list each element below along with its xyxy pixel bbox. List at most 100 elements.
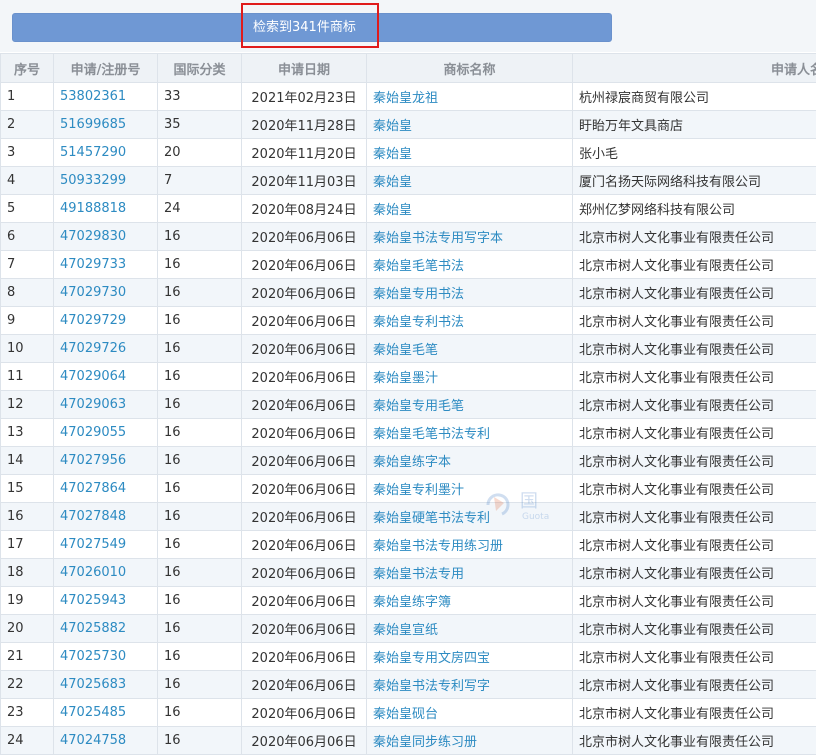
cell-international-class: 16	[158, 671, 242, 699]
cell-trademark-name[interactable]: 秦始皇	[367, 167, 573, 195]
table-row[interactable]: 2447024758162020年06月06日秦始皇同步练习册北京市树人文化事业…	[1, 727, 816, 755]
cell-trademark-name[interactable]: 秦始皇	[367, 195, 573, 223]
cell-registration-number[interactable]: 47029730	[54, 279, 158, 307]
cell-registration-number[interactable]: 47029729	[54, 307, 158, 335]
cell-registration-number[interactable]: 47029063	[54, 391, 158, 419]
cell-trademark-name[interactable]: 秦始皇专用文房四宝	[367, 643, 573, 671]
cell-registration-number[interactable]: 51457290	[54, 139, 158, 167]
cell-application-date: 2020年06月06日	[242, 727, 367, 755]
cell-trademark-name[interactable]: 秦始皇专用毛笔	[367, 391, 573, 419]
cell-registration-number[interactable]: 51699685	[54, 111, 158, 139]
table-row[interactable]: 1347029055162020年06月06日秦始皇毛笔书法专利北京市树人文化事…	[1, 419, 816, 447]
cell-trademark-name[interactable]: 秦始皇书法专利写字	[367, 671, 573, 699]
table-row[interactable]: 2347025485162020年06月06日秦始皇砚台北京市树人文化事业有限责…	[1, 699, 816, 727]
cell-international-class: 16	[158, 615, 242, 643]
cell-registration-number[interactable]: 47026010	[54, 559, 158, 587]
cell-trademark-name[interactable]: 秦始皇墨汁	[367, 363, 573, 391]
table-row[interactable]: 549188818242020年08月24日秦始皇郑州亿梦网络科技有限公司	[1, 195, 816, 223]
cell-trademark-name[interactable]: 秦始皇专利墨汁	[367, 475, 573, 503]
cell-registration-number[interactable]: 47025485	[54, 699, 158, 727]
cell-trademark-name[interactable]: 秦始皇	[367, 111, 573, 139]
table-row[interactable]: 2147025730162020年06月06日秦始皇专用文房四宝北京市树人文化事…	[1, 643, 816, 671]
cell-international-class: 33	[158, 83, 242, 111]
cell-international-class: 7	[158, 167, 242, 195]
cell-registration-number[interactable]: 47027549	[54, 531, 158, 559]
cell-trademark-name[interactable]: 秦始皇专用书法	[367, 279, 573, 307]
cell-registration-number[interactable]: 47027848	[54, 503, 158, 531]
table-row[interactable]: 153802361332021年02月23日秦始皇龙祖杭州禄宸商贸有限公司	[1, 83, 816, 111]
cell-index: 24	[1, 727, 54, 755]
header-applicant-name[interactable]: 申请人名称	[573, 54, 816, 83]
cell-applicant-name: 北京市树人文化事业有限责任公司	[573, 223, 816, 251]
cell-registration-number[interactable]: 50933299	[54, 167, 158, 195]
cell-trademark-name[interactable]: 秦始皇硬笔书法专利	[367, 503, 573, 531]
table-row[interactable]: 45093329972020年11月03日秦始皇厦门名扬天际网络科技有限公司	[1, 167, 816, 195]
table-row[interactable]: 1647027848162020年06月06日秦始皇硬笔书法专利北京市树人文化事…	[1, 503, 816, 531]
cell-index: 11	[1, 363, 54, 391]
cell-trademark-name[interactable]: 秦始皇毛笔书法	[367, 251, 573, 279]
cell-trademark-name[interactable]: 秦始皇	[367, 139, 573, 167]
table-row[interactable]: 1247029063162020年06月06日秦始皇专用毛笔北京市树人文化事业有…	[1, 391, 816, 419]
cell-trademark-name[interactable]: 秦始皇书法专用写字本	[367, 223, 573, 251]
table-row[interactable]: 2047025882162020年06月06日秦始皇宣纸北京市树人文化事业有限责…	[1, 615, 816, 643]
header-index[interactable]: 序号	[1, 54, 54, 83]
cell-registration-number[interactable]: 47025882	[54, 615, 158, 643]
header-application-date[interactable]: 申请日期	[242, 54, 367, 83]
table-row[interactable]: 1947025943162020年06月06日秦始皇练字簿北京市树人文化事业有限…	[1, 587, 816, 615]
cell-registration-number[interactable]: 47029830	[54, 223, 158, 251]
cell-trademark-name[interactable]: 秦始皇宣纸	[367, 615, 573, 643]
cell-applicant-name: 北京市树人文化事业有限责任公司	[573, 643, 816, 671]
cell-registration-number[interactable]: 47029064	[54, 363, 158, 391]
cell-application-date: 2020年06月06日	[242, 671, 367, 699]
table-row[interactable]: 2247025683162020年06月06日秦始皇书法专利写字北京市树人文化事…	[1, 671, 816, 699]
cell-index: 5	[1, 195, 54, 223]
cell-index: 23	[1, 699, 54, 727]
header-trademark-name[interactable]: 商标名称	[367, 54, 573, 83]
cell-trademark-name[interactable]: 秦始皇专利书法	[367, 307, 573, 335]
table-row[interactable]: 947029729162020年06月06日秦始皇专利书法北京市树人文化事业有限…	[1, 307, 816, 335]
cell-registration-number[interactable]: 47027956	[54, 447, 158, 475]
header-registration-number[interactable]: 申请/注册号	[54, 54, 158, 83]
table-row[interactable]: 1847026010162020年06月06日秦始皇书法专用北京市树人文化事业有…	[1, 559, 816, 587]
table-row[interactable]: 747029733162020年06月06日秦始皇毛笔书法北京市树人文化事业有限…	[1, 251, 816, 279]
cell-trademark-name[interactable]: 秦始皇毛笔	[367, 335, 573, 363]
cell-applicant-name: 北京市树人文化事业有限责任公司	[573, 279, 816, 307]
cell-registration-number[interactable]: 53802361	[54, 83, 158, 111]
cell-registration-number[interactable]: 47025683	[54, 671, 158, 699]
cell-registration-number[interactable]: 47029726	[54, 335, 158, 363]
cell-international-class: 16	[158, 559, 242, 587]
header-international-class[interactable]: 国际分类	[158, 54, 242, 83]
cell-trademark-name[interactable]: 秦始皇砚台	[367, 699, 573, 727]
table-row[interactable]: 647029830162020年06月06日秦始皇书法专用写字本北京市树人文化事…	[1, 223, 816, 251]
cell-trademark-name[interactable]: 秦始皇练字本	[367, 447, 573, 475]
cell-registration-number[interactable]: 47025943	[54, 587, 158, 615]
table-row[interactable]: 1747027549162020年06月06日秦始皇书法专用练习册北京市树人文化…	[1, 531, 816, 559]
cell-trademark-name[interactable]: 秦始皇书法专用练习册	[367, 531, 573, 559]
cell-registration-number[interactable]: 47029055	[54, 419, 158, 447]
cell-trademark-name[interactable]: 秦始皇练字簿	[367, 587, 573, 615]
table-row[interactable]: 1147029064162020年06月06日秦始皇墨汁北京市树人文化事业有限责…	[1, 363, 816, 391]
cell-registration-number[interactable]: 47027864	[54, 475, 158, 503]
cell-trademark-name[interactable]: 秦始皇同步练习册	[367, 727, 573, 755]
cell-registration-number[interactable]: 47024758	[54, 727, 158, 755]
table-row[interactable]: 351457290202020年11月20日秦始皇张小毛	[1, 139, 816, 167]
table-row[interactable]: 1547027864162020年06月06日秦始皇专利墨汁北京市树人文化事业有…	[1, 475, 816, 503]
cell-registration-number[interactable]: 47029733	[54, 251, 158, 279]
table-row[interactable]: 251699685352020年11月28日秦始皇盱眙万年文具商店	[1, 111, 816, 139]
table-row[interactable]: 847029730162020年06月06日秦始皇专用书法北京市树人文化事业有限…	[1, 279, 816, 307]
cell-application-date: 2020年06月06日	[242, 223, 367, 251]
cell-applicant-name: 北京市树人文化事业有限责任公司	[573, 391, 816, 419]
table-row[interactable]: 1447027956162020年06月06日秦始皇练字本北京市树人文化事业有限…	[1, 447, 816, 475]
cell-trademark-name[interactable]: 秦始皇书法专用	[367, 559, 573, 587]
cell-applicant-name: 北京市树人文化事业有限责任公司	[573, 503, 816, 531]
cell-international-class: 16	[158, 531, 242, 559]
cell-registration-number[interactable]: 47025730	[54, 643, 158, 671]
table-row[interactable]: 1047029726162020年06月06日秦始皇毛笔北京市树人文化事业有限责…	[1, 335, 816, 363]
cell-application-date: 2020年11月20日	[242, 139, 367, 167]
cell-application-date: 2020年06月06日	[242, 419, 367, 447]
cell-trademark-name[interactable]: 秦始皇毛笔书法专利	[367, 419, 573, 447]
cell-registration-number[interactable]: 49188818	[54, 195, 158, 223]
cell-applicant-name: 北京市树人文化事业有限责任公司	[573, 335, 816, 363]
cell-trademark-name[interactable]: 秦始皇龙祖	[367, 83, 573, 111]
cell-index: 16	[1, 503, 54, 531]
